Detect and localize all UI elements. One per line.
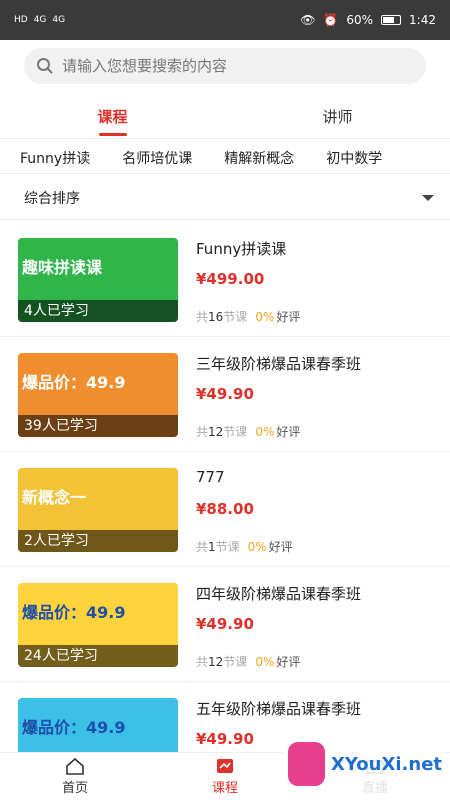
course-meta: 共12节课 0% 好评	[196, 423, 300, 440]
sort-dropdown[interactable]: 综合排序	[0, 176, 450, 220]
rating-label: 好评	[276, 655, 301, 669]
lessons-count: 16	[208, 310, 224, 324]
thumbnail-text: 爆品价：49.9	[22, 373, 126, 392]
nav-home[interactable]: 首页	[0, 753, 150, 800]
rating-percent: 0%	[255, 310, 275, 324]
learners-count: 24人已学习	[18, 645, 178, 667]
home-icon	[66, 757, 84, 775]
course-price: ¥88.00	[196, 500, 254, 518]
caret-down-icon	[422, 194, 434, 201]
rating-label: 好评	[276, 425, 301, 439]
course-title: 777	[196, 468, 225, 486]
nav-label: 首页	[61, 781, 88, 796]
course-price: ¥49.90	[196, 730, 254, 748]
signal-icon: HD	[14, 15, 28, 25]
watermark-logo	[288, 742, 326, 786]
course-price: ¥49.90	[196, 615, 254, 633]
search-input[interactable]	[62, 57, 402, 75]
thumbnail-text: 新概念一	[22, 488, 87, 507]
signal-icon: 4G	[33, 15, 47, 25]
battery-percent: 60%	[346, 13, 374, 27]
course-icon	[217, 759, 233, 773]
clock-time: 1:42	[409, 13, 436, 27]
site-watermark: XYouXi.net	[282, 734, 442, 794]
learners-count: 39人已学习	[18, 415, 178, 437]
thumbnail-text: 爆品价：49.9	[22, 603, 126, 622]
lessons-prefix: 共	[196, 655, 209, 669]
lessons-prefix: 共	[196, 425, 209, 439]
course-item[interactable]: 趣味拼读课 4人已学习 Funny拼读课 ¥499.00 共16节课 0% 好评	[0, 222, 450, 337]
course-thumbnail: 爆品价：49.9 39人已学习	[18, 353, 178, 437]
lessons-count: 12	[208, 425, 224, 439]
course-list: 趣味拼读课 4人已学习 Funny拼读课 ¥499.00 共16节课 0% 好评 爆…	[0, 222, 450, 752]
course-meta: 共16节课 0% 好评	[196, 308, 300, 325]
rating-percent: 0%	[255, 655, 275, 669]
learners-count: 2人已学习	[18, 530, 178, 552]
battery-icon	[381, 15, 402, 25]
course-meta: 共12节课 0% 好评	[196, 653, 300, 670]
nav-label: 课程	[211, 781, 238, 796]
course-thumbnail: 新概念一 2人已学习	[18, 468, 178, 552]
tab-teachers[interactable]: 讲师	[225, 96, 450, 136]
course-meta: 共1节课 0% 好评	[196, 538, 293, 555]
category-bar: Funny拼读 名师培优课 精解新概念 初中数学	[0, 138, 450, 174]
signal-indicators: HD 4G 4G	[14, 15, 65, 25]
rating-label: 好评	[268, 540, 293, 554]
sort-label: 综合排序	[24, 190, 80, 207]
search-icon	[37, 58, 53, 74]
search-bar[interactable]	[24, 48, 426, 84]
category-item[interactable]: 名师培优课	[122, 139, 192, 173]
status-bar: HD 4G 4G 👁 ⏰ 60% 1:42	[0, 0, 450, 40]
course-thumbnail: 爆品价：49.9	[18, 698, 178, 752]
signal-icon: 4G	[52, 15, 66, 25]
course-title: 五年级阶梯爆品课春季班	[196, 700, 362, 718]
lessons-suffix: 节课	[223, 425, 248, 439]
thumbnail-text: 爆品价：49.9	[22, 718, 126, 737]
tab-bar: 课程 讲师	[0, 96, 450, 136]
course-item[interactable]: 新概念一 2人已学习 777 ¥88.00 共1节课 0% 好评	[0, 452, 450, 567]
tab-courses[interactable]: 课程	[0, 96, 225, 136]
rating-percent: 0%	[247, 540, 267, 554]
course-thumbnail: 趣味拼读课 4人已学习	[18, 238, 178, 322]
lessons-prefix: 共	[196, 310, 209, 324]
course-title: Funny拼读课	[196, 240, 287, 258]
course-thumbnail: 爆品价：49.9 24人已学习	[18, 583, 178, 667]
lessons-suffix: 节课	[223, 655, 248, 669]
rating-percent: 0%	[255, 425, 275, 439]
lessons-suffix: 节课	[215, 540, 240, 554]
lessons-count: 12	[208, 655, 224, 669]
alarm-icon: ⏰	[323, 13, 339, 27]
rating-label: 好评	[276, 310, 301, 324]
course-item[interactable]: 爆品价：49.9 24人已学习 四年级阶梯爆品课春季班 ¥49.90 共12节课…	[0, 567, 450, 682]
lessons-count: 1	[208, 540, 216, 554]
lessons-suffix: 节课	[223, 310, 248, 324]
course-title: 三年级阶梯爆品课春季班	[196, 355, 362, 373]
course-item[interactable]: 爆品价：49.9 39人已学习 三年级阶梯爆品课春季班 ¥49.90 共12节课…	[0, 337, 450, 452]
course-title: 四年级阶梯爆品课春季班	[196, 585, 362, 603]
watermark-text: XYouXi.net	[331, 753, 442, 775]
learners-count: 4人已学习	[18, 300, 178, 322]
eye-icon: 👁	[300, 13, 316, 27]
course-price: ¥499.00	[196, 270, 265, 288]
category-item[interactable]: 精解新概念	[224, 139, 294, 173]
category-item[interactable]: Funny拼读	[20, 139, 90, 173]
thumbnail-text: 趣味拼读课	[22, 258, 103, 277]
nav-courses[interactable]: 课程	[150, 753, 300, 800]
course-price: ¥49.90	[196, 385, 254, 403]
category-item[interactable]: 初中数学	[326, 139, 382, 173]
lessons-prefix: 共	[196, 540, 209, 554]
